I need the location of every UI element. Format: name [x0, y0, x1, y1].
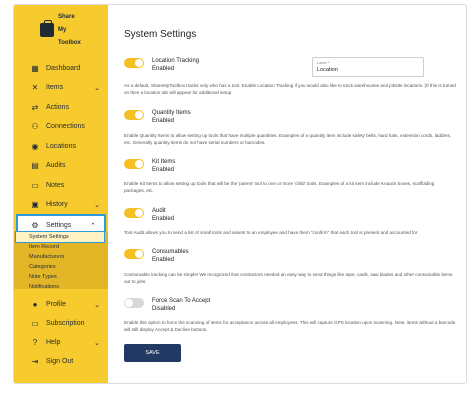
sidebar-item-locations[interactable]: ◉ Locations: [14, 137, 108, 156]
history-icon: ▣: [31, 200, 39, 209]
toggle-switch[interactable]: [124, 249, 144, 259]
setting-state: Disabled: [152, 306, 176, 312]
submenu-item-notifications[interactable]: Notifications: [14, 282, 108, 292]
setting-state: Enabled: [152, 167, 175, 173]
setting-name: Consumables: [152, 249, 189, 255]
sidebar-item-label: Profile: [46, 301, 66, 308]
setting-row: Location Tracking Enabled: [124, 57, 199, 73]
save-button[interactable]: SAVE: [124, 344, 181, 362]
sidebar-item-connections[interactable]: ⚇ Connections: [14, 117, 108, 136]
logo-line-2: My: [58, 26, 67, 33]
setting-row: Consumables Enabled: [124, 248, 189, 264]
sidebar-item-label: Locations: [46, 143, 76, 150]
setting-description: As a default, ShareMyToolbox tracks only…: [124, 83, 456, 95]
chevron-icon: ⌄: [94, 201, 100, 209]
sidebar-item-profile[interactable]: ● Profile ⌄: [14, 295, 108, 314]
submenu-item-note-types[interactable]: Note Types: [14, 272, 108, 282]
sidebar-item-label: Notes: [46, 182, 65, 189]
sign-out-icon: ⇥: [31, 357, 39, 366]
chevron-icon: ⌄: [94, 339, 100, 347]
sidebar-item-actions[interactable]: ⇄ Actions: [14, 98, 108, 117]
page-title: System Settings: [124, 29, 197, 40]
settings-submenu: System Settings Item Record Manufacturers C…: [14, 231, 108, 292]
tools-icon: ✕: [31, 83, 39, 92]
logo[interactable]: Share My Toolbox: [40, 14, 81, 46]
subscription-icon: ▭: [31, 319, 39, 328]
gear-icon: ⚙: [31, 221, 39, 230]
setting-name: Location Tracking: [152, 58, 200, 64]
sidebar-item-label: Connections: [46, 123, 85, 130]
setting-row: Kit Items Enabled: [124, 158, 175, 174]
setting-state: Enabled: [152, 257, 175, 263]
setting-state: Enabled: [152, 216, 175, 222]
toolbox-logo-icon: [40, 20, 54, 37]
main-content: System Settings Label * Location SAVE Lo…: [108, 5, 466, 383]
field-label: Label *: [317, 60, 330, 65]
sidebar-item-audits[interactable]: ▤ Audits: [14, 156, 108, 175]
sidebar-item-subscription[interactable]: ▭ Subscription: [14, 314, 108, 333]
toggle-switch[interactable]: [124, 298, 144, 308]
app-window: Share My Toolbox ▦ Dashboard ✕ Items ⌄ ⇄ Actio…: [13, 4, 467, 384]
setting-name: Quantity Items: [152, 110, 191, 116]
sidebar-item-items[interactable]: ✕ Items ⌄: [14, 78, 108, 97]
sidebar-item-label: Audits: [46, 162, 66, 169]
sidebar-item-help[interactable]: ? Help ⌄: [14, 333, 108, 352]
toggle-switch[interactable]: [124, 159, 144, 169]
setting-row: Force Scan To Accept Disabled: [124, 297, 210, 313]
setting-state: Enabled: [152, 66, 175, 72]
sidebar-item-dashboard[interactable]: ▦ Dashboard: [14, 59, 108, 78]
help-icon: ?: [32, 338, 38, 347]
sidebar-item-label: Settings: [46, 222, 72, 229]
location-icon: ◉: [31, 142, 39, 151]
sidebar-item-label: Help: [46, 339, 61, 346]
setting-description: Consumable tracking can be simple! We re…: [124, 272, 453, 284]
setting-state: Enabled: [152, 118, 175, 124]
profile-icon: ●: [32, 300, 38, 309]
actions-icon: ⇄: [31, 103, 39, 112]
sidebar-item-history[interactable]: ▣ History ⌄: [14, 195, 108, 214]
chevron-icon: ⌃: [90, 222, 96, 230]
sidebar-item-label: Sign Out: [46, 358, 74, 365]
submenu-item-system-settings[interactable]: System Settings: [15, 231, 105, 243]
sidebar: Share My Toolbox ▦ Dashboard ✕ Items ⌄ ⇄ Actio…: [14, 5, 108, 383]
sidebar-item-label: Items: [46, 84, 64, 91]
setting-description: Enable Kit Items to allow setting up too…: [124, 181, 435, 193]
logo-line-1: Share: [58, 13, 75, 20]
setting-name: Force Scan To Accept: [152, 298, 211, 304]
setting-name: Kit Items: [152, 159, 176, 165]
sidebar-item-notes[interactable]: ▭ Notes: [14, 176, 108, 195]
dashboard-icon: ▦: [31, 64, 39, 73]
submenu-item-manufacturers[interactable]: Manufacturers: [14, 252, 108, 262]
setting-description: Tool Audit allows you to send a list of …: [124, 230, 418, 235]
notes-icon: ▭: [31, 181, 39, 190]
setting-row: Audit Enabled: [124, 207, 174, 223]
sidebar-item-label: Dashboard: [46, 65, 81, 72]
submenu-item-item-record[interactable]: Item Record: [14, 242, 108, 252]
audit-icon: ▤: [31, 161, 39, 170]
sidebar-item-label: History: [46, 201, 68, 208]
submenu-item-categories[interactable]: Categories: [14, 262, 108, 272]
toggle-switch[interactable]: [124, 58, 144, 68]
sidebar-item-label: Subscription: [46, 320, 85, 327]
sidebar-item-sign-out[interactable]: ⇥ Sign Out: [14, 352, 108, 371]
logo-line-3: Toolbox: [58, 39, 81, 46]
sidebar-item-label: Actions: [46, 104, 69, 111]
toggle-switch[interactable]: [124, 110, 144, 120]
field-value: Location: [317, 67, 338, 73]
connections-icon: ⚇: [31, 122, 39, 131]
setting-row: Quantity Items Enabled: [124, 109, 191, 125]
setting-description: Enable this option to force the scanning…: [124, 320, 456, 332]
chevron-icon: ⌄: [94, 84, 100, 92]
setting-name: Audit: [152, 208, 166, 214]
location-label-field[interactable]: Label * Location: [312, 57, 424, 77]
toggle-switch[interactable]: [124, 208, 144, 218]
chevron-icon: ⌄: [94, 301, 100, 309]
setting-description: Enable Quantity Items to allow setting u…: [124, 133, 452, 145]
